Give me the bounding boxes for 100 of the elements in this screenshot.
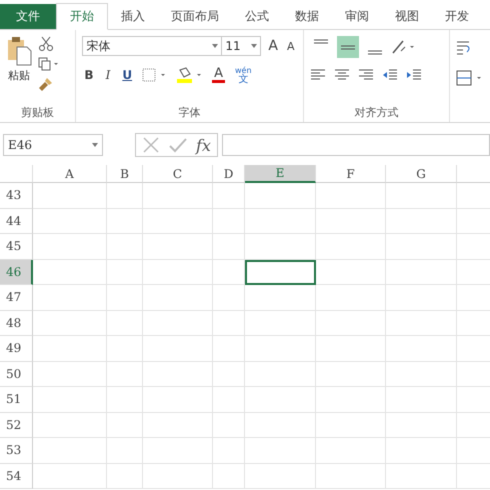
grid-cell[interactable] [245, 234, 316, 260]
grid-cell[interactable] [316, 260, 386, 285]
row-header[interactable]: 53 [0, 438, 33, 464]
grid-cell[interactable] [386, 438, 457, 464]
grid-cell[interactable] [316, 183, 386, 208]
grid-cell[interactable] [107, 183, 143, 208]
grid-cell[interactable] [33, 362, 107, 387]
grid-cell[interactable] [245, 310, 316, 336]
formula-input-field[interactable] [222, 134, 490, 156]
grid-cell[interactable] [386, 183, 457, 208]
phonetic-button[interactable]: wén 文 [232, 66, 254, 84]
grid-cell[interactable] [33, 234, 107, 260]
caret-icon[interactable] [212, 44, 218, 48]
orientation-icon[interactable] [390, 39, 417, 55]
grid-cell[interactable] [143, 387, 213, 412]
font-name-field[interactable]: 宋体 [82, 36, 222, 56]
copy-icon[interactable] [38, 57, 60, 71]
file-tab[interactable]: 文件 [0, 4, 56, 29]
shrink-font-button[interactable]: A [285, 40, 297, 52]
grid-cell[interactable] [386, 234, 457, 260]
grid-cell[interactable] [316, 234, 386, 260]
grid-cell[interactable] [245, 362, 316, 387]
grid-cell[interactable] [245, 412, 316, 438]
grid-cell[interactable] [143, 208, 213, 234]
grid-cell[interactable] [245, 285, 316, 310]
column-header[interactable]: C [143, 165, 213, 183]
grid-cell[interactable] [316, 336, 386, 362]
grid-cell[interactable] [143, 438, 213, 464]
cancel-icon[interactable] [142, 136, 160, 154]
font-color-button[interactable]: A [212, 67, 225, 83]
row-header[interactable]: 51 [0, 387, 33, 412]
grid-cell[interactable] [386, 464, 457, 489]
grid-cell[interactable] [316, 310, 386, 336]
underline-button[interactable]: U [120, 68, 134, 82]
grid-cell[interactable] [213, 438, 245, 464]
grid-cell[interactable] [213, 336, 245, 362]
grid-cell[interactable] [107, 260, 143, 285]
grid-cell[interactable] [213, 362, 245, 387]
align-right-icon[interactable] [358, 68, 374, 82]
italic-button[interactable]: I [104, 68, 112, 82]
grid-cell[interactable] [316, 464, 386, 489]
grid-cell[interactable] [386, 362, 457, 387]
grid-cell[interactable] [245, 336, 316, 362]
ribbon-tab[interactable]: 插入 [108, 4, 158, 29]
grid-cell[interactable] [316, 387, 386, 412]
active-cell[interactable] [245, 260, 316, 285]
grid-cell[interactable] [245, 438, 316, 464]
grid-cell[interactable] [213, 183, 245, 208]
grid-cell[interactable] [213, 234, 245, 260]
grid-cell[interactable] [33, 438, 107, 464]
grid-cell[interactable] [33, 336, 107, 362]
grid-cell[interactable] [33, 260, 107, 285]
align-center-icon[interactable] [334, 68, 350, 82]
insert-function-button[interactable]: fx [196, 136, 211, 154]
column-header[interactable]: G [386, 165, 457, 183]
grow-font-button[interactable]: A [266, 38, 280, 54]
grid-cell[interactable] [386, 412, 457, 438]
grid-cell[interactable] [316, 438, 386, 464]
grid-cell[interactable] [107, 387, 143, 412]
grid-cell[interactable] [386, 310, 457, 336]
grid-cell[interactable] [33, 412, 107, 438]
grid-cell[interactable] [245, 183, 316, 208]
grid-cell[interactable] [143, 285, 213, 310]
decrease-indent-icon[interactable] [382, 68, 398, 82]
grid-cell[interactable] [213, 285, 245, 310]
grid-cell[interactable] [245, 464, 316, 489]
grid-cell[interactable] [213, 412, 245, 438]
grid-cell[interactable] [107, 234, 143, 260]
grid-cell[interactable] [107, 285, 143, 310]
grid-cell[interactable] [143, 464, 213, 489]
increase-indent-icon[interactable] [406, 68, 422, 82]
grid-cell[interactable] [386, 387, 457, 412]
grid-cell[interactable] [143, 260, 213, 285]
grid-cell[interactable] [245, 208, 316, 234]
row-header[interactable]: 49 [0, 336, 33, 362]
column-header[interactable]: E [245, 165, 316, 183]
grid-cell[interactable] [316, 285, 386, 310]
bold-button[interactable]: B [82, 68, 96, 82]
brush-icon[interactable] [38, 76, 54, 92]
grid-cell[interactable] [33, 285, 107, 310]
grid-cell[interactable] [386, 285, 457, 310]
grid-cell[interactable] [33, 310, 107, 336]
row-header[interactable]: 44 [0, 208, 33, 234]
wrap-text-icon[interactable] [456, 40, 472, 56]
grid-cell[interactable] [316, 362, 386, 387]
ribbon-tab[interactable]: 视图 [382, 4, 432, 29]
align-left-icon[interactable] [310, 68, 326, 82]
caret-icon[interactable] [251, 44, 258, 48]
ribbon-tab[interactable]: 开发 [432, 4, 482, 29]
select-all-corner[interactable] [0, 165, 33, 183]
ribbon-tab[interactable]: 页面布局 [158, 4, 232, 29]
ribbon-tab[interactable]: 数据 [282, 4, 332, 29]
grid-cell[interactable] [107, 362, 143, 387]
grid-cell[interactable] [143, 362, 213, 387]
grid-cell[interactable] [107, 438, 143, 464]
row-header[interactable]: 48 [0, 310, 33, 336]
grid-cell[interactable] [107, 336, 143, 362]
grid-cell[interactable] [107, 412, 143, 438]
grid-cell[interactable] [213, 464, 245, 489]
row-header[interactable]: 43 [0, 183, 33, 208]
